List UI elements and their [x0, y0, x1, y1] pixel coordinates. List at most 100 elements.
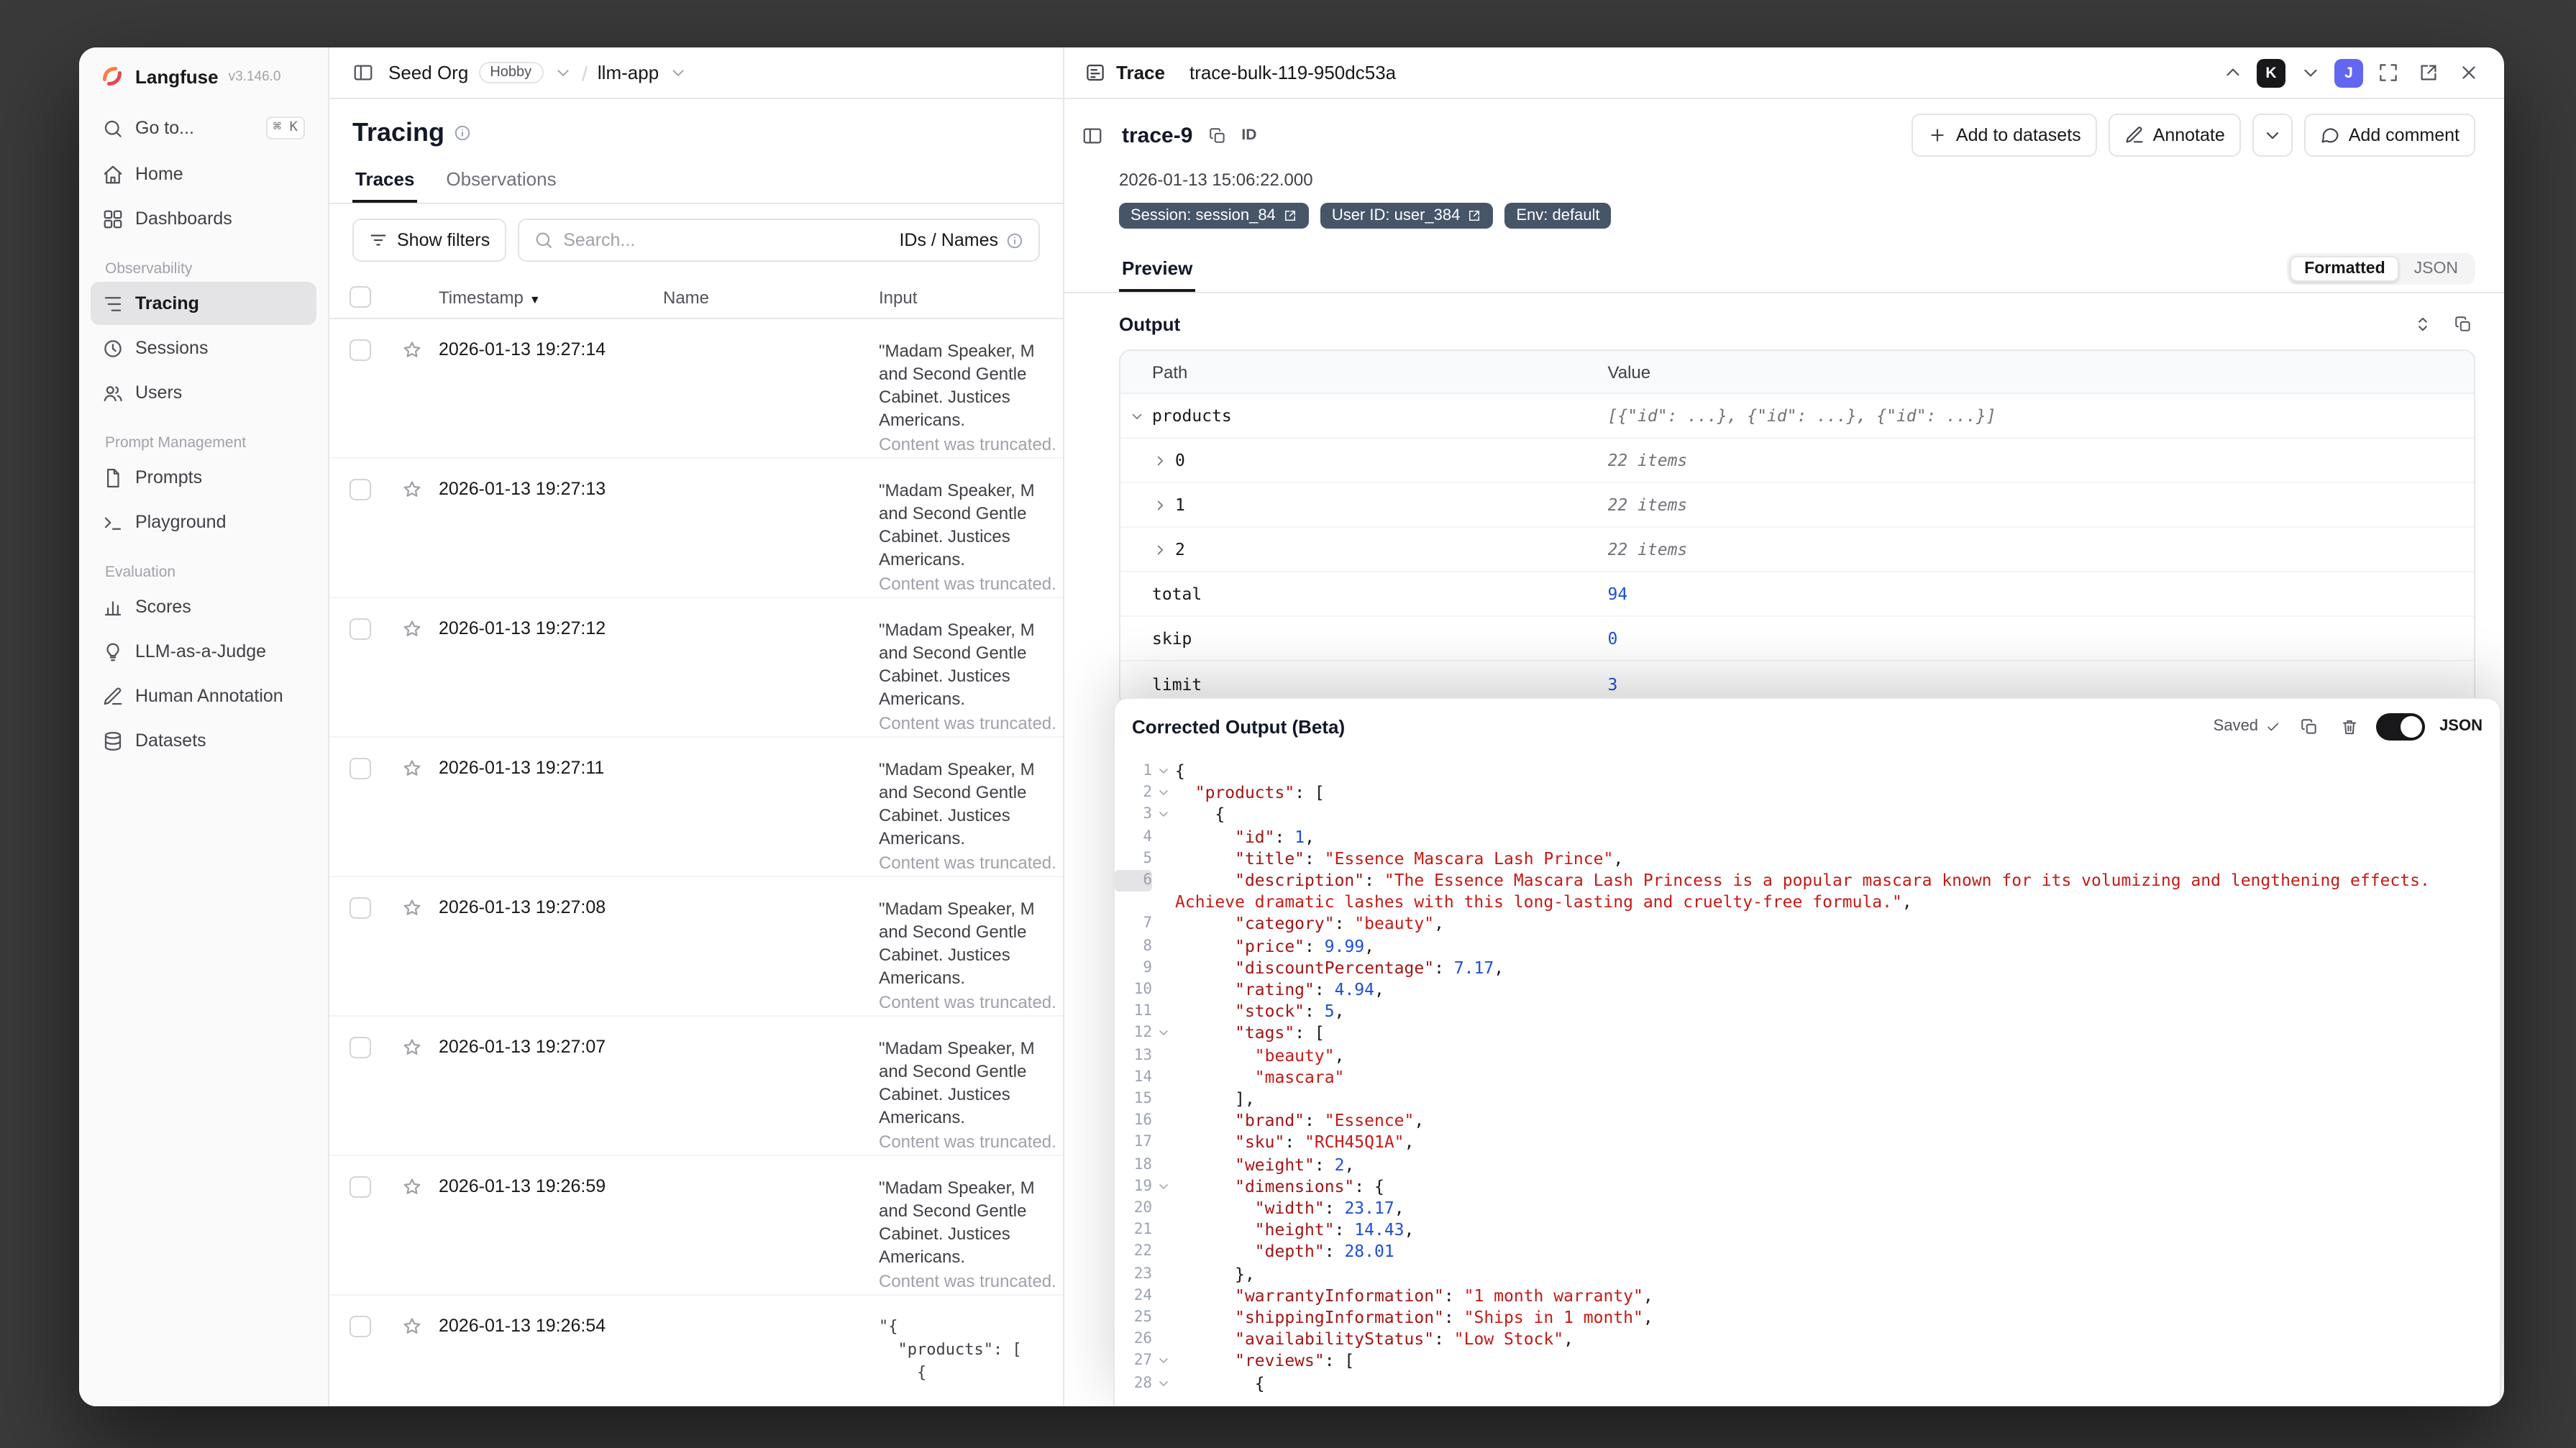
prev-trace-button[interactable]: [2216, 57, 2248, 88]
sidebar-item-tracing[interactable]: Tracing: [91, 282, 316, 325]
add-comment-button[interactable]: Add comment: [2303, 114, 2475, 157]
sidebar-item-prompts[interactable]: Prompts: [91, 456, 316, 499]
row-checkbox[interactable]: [350, 1176, 371, 1198]
collapse-panel-icon[interactable]: [1076, 119, 1107, 151]
copy-icon[interactable]: [2296, 713, 2321, 739]
row-timestamp: 2026-01-13 19:27:14: [439, 339, 606, 359]
row-checkbox[interactable]: [350, 1037, 371, 1058]
chevron-down-icon[interactable]: [669, 63, 688, 82]
tab-preview[interactable]: Preview: [1119, 244, 1195, 292]
sidebar-item-home[interactable]: Home: [91, 152, 316, 196]
row-checkbox[interactable]: [350, 1316, 371, 1337]
breadcrumb-org[interactable]: Seed Org: [388, 62, 468, 83]
show-filters-button[interactable]: Show filters: [352, 219, 506, 262]
badge-user-id[interactable]: User ID: user_384: [1320, 203, 1494, 229]
column-header-timestamp[interactable]: Timestamp ▼: [433, 287, 657, 307]
chevron-right-icon[interactable]: [1152, 497, 1172, 513]
goto-search[interactable]: Go to... ⌘ K: [91, 106, 316, 150]
code-line: 8 "price": 9.99,: [1115, 935, 2500, 957]
fold-chevron-icon[interactable]: [1152, 761, 1175, 778]
breadcrumb-project[interactable]: llm-app: [598, 62, 659, 83]
tab-observations[interactable]: Observations: [443, 160, 559, 203]
fold-chevron-icon[interactable]: [1152, 782, 1175, 799]
table-row[interactable]: 2026-01-13 19:26:59 "Madam Speaker, Mand…: [329, 1156, 1063, 1296]
fold-chevron-icon[interactable]: [1152, 1176, 1175, 1193]
row-checkbox[interactable]: [350, 479, 371, 500]
search-scope-select[interactable]: IDs / Names: [899, 230, 1024, 250]
sidebar-item-human-annotation[interactable]: Human Annotation: [91, 674, 316, 718]
table-row[interactable]: 2026-01-13 19:27:11 "Madam Speaker, Mand…: [329, 738, 1063, 877]
chevron-down-icon[interactable]: [553, 63, 572, 82]
badge-env[interactable]: Env: default: [1504, 203, 1612, 229]
sidebar-item-users[interactable]: Users: [91, 371, 316, 414]
sidebar-item-llm-as-a-judge[interactable]: LLM-as-a-Judge: [91, 630, 316, 673]
sidebar-toggle-icon[interactable]: [347, 57, 378, 88]
badge-session[interactable]: Session: session_84: [1119, 203, 1309, 229]
output-row[interactable]: total 94: [1120, 572, 2474, 617]
trace-type-label: Trace: [1116, 62, 1165, 83]
select-all-checkbox[interactable]: [350, 286, 371, 308]
fold-chevron-icon[interactable]: [1152, 805, 1175, 822]
table-row[interactable]: 2026-01-13 19:27:13 "Madam Speaker, Mand…: [329, 459, 1063, 598]
table-row[interactable]: 2026-01-13 19:27:14 "Madam Speaker, Mand…: [329, 319, 1063, 459]
chevron-right-icon[interactable]: [1152, 541, 1172, 557]
row-checkbox[interactable]: [350, 618, 371, 640]
table-row[interactable]: 2026-01-13 19:27:12 "Madam Speaker, Mand…: [329, 598, 1063, 738]
sidebar-item-datasets[interactable]: Datasets: [91, 719, 316, 762]
sidebar-section-label: Prompt Management: [105, 434, 247, 452]
line-number: 23: [1133, 1265, 1152, 1283]
truncated-note: Content was truncated.: [879, 1132, 1056, 1152]
row-checkbox[interactable]: [350, 758, 371, 779]
bookmark-star-icon[interactable]: [393, 479, 433, 500]
output-row[interactable]: skip 0: [1120, 617, 2474, 661]
fold-chevron-icon[interactable]: [1152, 1351, 1175, 1368]
row-checkbox[interactable]: [350, 897, 371, 919]
bookmark-star-icon[interactable]: [393, 618, 433, 640]
fold-chevron-icon[interactable]: [1152, 1023, 1175, 1040]
kv-column-value: Value: [1607, 362, 1651, 382]
sidebar-item-sessions[interactable]: Sessions: [91, 326, 316, 370]
expand-collapse-icon[interactable]: [2409, 311, 2435, 336]
chevron-down-icon[interactable]: [1129, 408, 1149, 423]
json-toggle[interactable]: [2376, 712, 2426, 740]
annotate-button[interactable]: Annotate: [2108, 114, 2241, 157]
delete-icon[interactable]: [2336, 713, 2362, 739]
output-row[interactable]: 1 22 items: [1120, 483, 2474, 528]
bookmark-star-icon[interactable]: [393, 1316, 433, 1337]
sidebar-item-dashboards[interactable]: Dashboards: [91, 197, 316, 240]
sidebar-item-playground[interactable]: Playground: [91, 500, 316, 544]
code-editor[interactable]: 1 { 2 "products": [ 3 { 4 "id": 1, 5 "ti…: [1115, 753, 2500, 1406]
column-header-input[interactable]: Input: [873, 287, 1063, 307]
output-row[interactable]: 0 22 items: [1120, 439, 2474, 483]
copy-id-icon[interactable]: [1204, 122, 1230, 148]
bookmark-star-icon[interactable]: [393, 1037, 433, 1058]
table-row[interactable]: 2026-01-13 19:26:54 "{ "products": [ {: [329, 1296, 1063, 1406]
copy-output-icon[interactable]: [2449, 311, 2475, 336]
output-row[interactable]: products [{"id": ...}, {"id": ...}, {"id…: [1120, 394, 2474, 439]
search-input[interactable]: Search... IDs / Names: [517, 219, 1040, 262]
sidebar-item-scores[interactable]: Scores: [91, 585, 316, 628]
format-json[interactable]: JSON: [2400, 255, 2472, 281]
next-trace-button[interactable]: [2294, 57, 2326, 88]
expand-icon[interactable]: [2372, 57, 2403, 88]
chevron-right-icon[interactable]: [1152, 452, 1172, 468]
annotate-dropdown-button[interactable]: [2252, 114, 2293, 157]
fold-chevron-icon[interactable]: [1152, 1373, 1175, 1390]
bookmark-star-icon[interactable]: [393, 758, 433, 779]
table-row[interactable]: 2026-01-13 19:27:07 "Madam Speaker, Mand…: [329, 1017, 1063, 1156]
tab-traces[interactable]: Traces: [352, 160, 417, 203]
clock-icon: [102, 337, 124, 359]
row-checkbox[interactable]: [350, 339, 371, 361]
bookmark-star-icon[interactable]: [393, 339, 433, 361]
table-row[interactable]: 2026-01-13 19:27:08 "Madam Speaker, Mand…: [329, 877, 1063, 1017]
close-icon[interactable]: [2452, 57, 2484, 88]
output-row[interactable]: 2 22 items: [1120, 528, 2474, 572]
bookmark-star-icon[interactable]: [393, 1176, 433, 1198]
bookmark-star-icon[interactable]: [393, 897, 433, 919]
format-formatted[interactable]: Formatted: [2290, 255, 2400, 281]
row-timestamp: 2026-01-13 19:26:59: [439, 1176, 606, 1196]
column-header-name[interactable]: Name: [657, 287, 873, 307]
open-external-icon[interactable]: [2412, 57, 2444, 88]
add-to-datasets-button[interactable]: Add to datasets: [1911, 114, 2097, 157]
